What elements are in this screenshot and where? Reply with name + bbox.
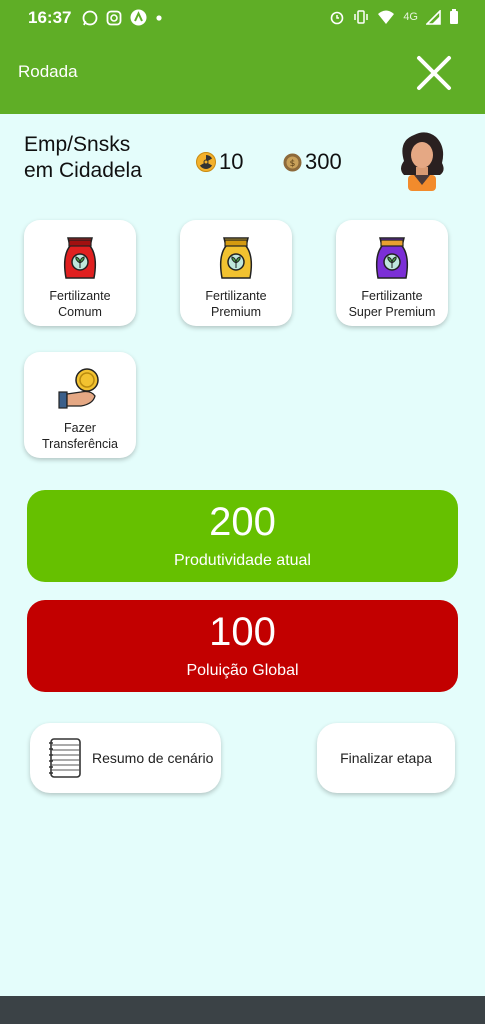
pollution-banner: 100 Poluição Global (27, 600, 458, 692)
alarm-icon (331, 11, 344, 25)
whatsapp-icon (82, 10, 98, 25)
app-icon (130, 9, 147, 26)
notebook-icon (49, 738, 81, 778)
pollution-points-value: 10 (219, 149, 244, 174)
purple-fertilizer-bag-icon (375, 237, 409, 279)
pollution-label: Poluição Global (186, 662, 299, 679)
signal-icon (426, 9, 441, 25)
red-fertilizer-bag-icon (63, 237, 97, 279)
productivity-label: Produtividade atual (174, 552, 311, 569)
card-fertilizante-premium[interactable]: Fertilizante Premium (180, 220, 292, 326)
coin-hand-icon (58, 368, 99, 409)
status-bar: 16:37 4G (0, 0, 485, 36)
productivity-value: 200 (209, 500, 276, 544)
dot-icon (156, 14, 162, 21)
finish-step-button-label: Finalizar etapa (340, 750, 432, 766)
productivity-banner: 200 Produtividade atual (27, 490, 458, 582)
card-fertilizante-super-premium[interactable]: Fertilizante Super Premium (336, 220, 448, 326)
card-label: Fazer Transferência (42, 421, 118, 451)
svg-text:$: $ (290, 159, 296, 169)
summary-button[interactable]: Resumo de cenário (30, 723, 221, 793)
card-fertilizante-comum[interactable]: Fertilizante Comum (24, 220, 136, 326)
coins-value: 300 (305, 149, 342, 174)
player-name: Emp/Snsks em Cidadela (24, 133, 142, 182)
coins-stat: $ 300 (283, 149, 342, 175)
woman-avatar-icon (401, 132, 444, 191)
pollution-value: 100 (209, 610, 276, 654)
instagram-icon (106, 10, 122, 25)
finish-step-button[interactable]: Finalizar etapa (317, 723, 455, 793)
card-label: Fertilizante Super Premium (348, 289, 436, 319)
coin-icon: $ (283, 153, 302, 171)
player-header: Emp/Snsks em Cidadela 10 $ 300 (0, 114, 485, 202)
summary-button-label: Resumo de cenário (92, 750, 214, 766)
network-label: 4G (403, 11, 418, 23)
card-label: Fertilizante Comum (49, 289, 111, 319)
status-time: 16:37 (28, 8, 72, 27)
close-button[interactable] (415, 54, 453, 92)
close-icon (417, 56, 451, 90)
app-bar: Rodada (0, 36, 485, 114)
battery-icon (450, 9, 458, 24)
pollution-points-stat: 10 (196, 149, 243, 175)
app-bar-title: Rodada (18, 62, 78, 81)
vibrate-icon (354, 10, 369, 24)
system-navigation-bar (0, 996, 485, 1024)
wifi-icon (378, 10, 395, 24)
radiation-icon (196, 152, 216, 172)
yellow-fertilizer-bag-icon (219, 237, 253, 279)
card-label: Fertilizante Premium (205, 289, 267, 319)
card-fazer-transferencia[interactable]: Fazer Transferência (24, 352, 136, 458)
